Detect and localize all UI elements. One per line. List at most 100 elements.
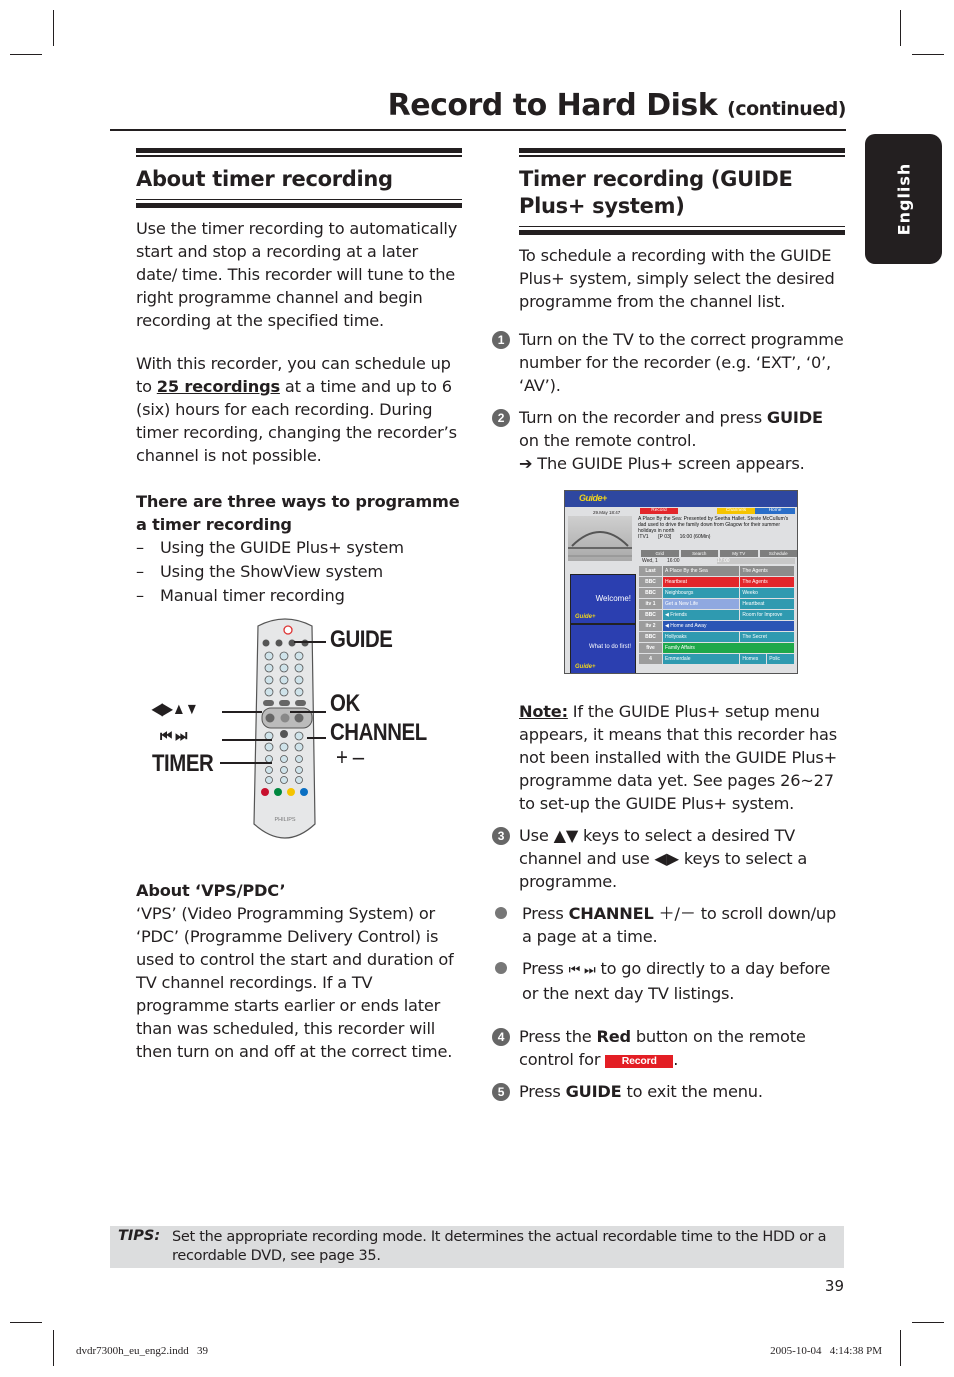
crop-mark xyxy=(900,1330,901,1366)
label-guide: GUIDE xyxy=(330,626,393,653)
channel-row[interactable]: Last ChannelA Place By the SeaThe Agents xyxy=(639,566,795,584)
programme-cell[interactable]: Weeko xyxy=(740,588,794,598)
programme-cell[interactable]: ◀ Home and Away xyxy=(663,621,794,631)
programme-cell[interactable]: Emmerdale xyxy=(663,654,740,664)
vps-section: About ‘VPS/PDC’ ‘VPS’ (Video Programming… xyxy=(136,879,462,1063)
section-heading: About timer recording xyxy=(136,166,393,191)
step-text: Press GUIDE to exit the menu. xyxy=(519,1082,763,1101)
tab-grid[interactable]: Grid xyxy=(641,550,679,557)
channel-row[interactable]: BBC TWO◀ FriendsRoom for Improve xyxy=(639,610,795,628)
channel-logo: Last Channel xyxy=(639,566,662,584)
channel-row[interactable]: five Family Affairs xyxy=(639,643,795,653)
programme-cell[interactable]: Heartbeat xyxy=(740,599,794,609)
heading-rule xyxy=(136,155,462,157)
programme-cell[interactable]: The Agents xyxy=(740,566,794,576)
language-tab: English xyxy=(865,134,942,264)
channels-button[interactable]: Channels xyxy=(717,508,755,514)
guide-plus-logo: Guide+ xyxy=(575,614,596,620)
step-5: 5 Press GUIDE to exit the menu. xyxy=(492,1080,844,1103)
label-ok: OK xyxy=(330,690,360,717)
step-text: Use ▲▼ keys to select a desired TV chann… xyxy=(519,826,808,891)
programme-cell[interactable]: Hollyoaks xyxy=(663,632,740,642)
guide-time-1: 16:00 xyxy=(667,558,680,564)
home-button[interactable]: Home xyxy=(755,508,795,514)
leader-line xyxy=(222,711,262,713)
crop-mark xyxy=(912,1322,944,1323)
right-column: Timer recording (GUIDE Plus+ system) To … xyxy=(519,148,845,313)
what-to-do-text: What to do first! xyxy=(588,644,631,650)
channel-row[interactable]: itv 2 ◀ Home and Away xyxy=(639,621,795,631)
channel-grid: Last ChannelA Place By the SeaThe Agents… xyxy=(639,566,795,665)
title-rule xyxy=(110,129,846,131)
programme-cell[interactable]: The Agents xyxy=(740,577,794,587)
programme-cell[interactable]: A Place By the Sea xyxy=(663,566,740,576)
label-channel-plus-minus: + – xyxy=(336,744,364,771)
channel-row[interactable]: itv 1 Get a New Life Heartbeat xyxy=(639,599,795,609)
list-item-text: Using the GUIDE Plus+ system xyxy=(160,538,404,557)
step-1: 1 Turn on the TV to the correct programm… xyxy=(492,328,844,397)
record-button[interactable]: Record xyxy=(640,508,678,514)
programme-cell[interactable]: Get a New Life xyxy=(663,599,740,609)
bridge-image-icon xyxy=(568,531,632,557)
programme-cell[interactable]: Homes xyxy=(740,654,767,664)
tab-search[interactable]: Search xyxy=(680,550,718,557)
channel-logo: itv 2 xyxy=(639,621,662,631)
crop-mark xyxy=(10,54,42,55)
slug-date: 2005-10-04 4:14:38 PM xyxy=(770,1345,882,1357)
programme-cell[interactable]: Neighbourgs xyxy=(663,588,740,598)
bullet-skip: Press ⏮ ⏭ to go directly to a day before… xyxy=(492,957,844,1005)
tips-box: TIPS: Set the appropriate recording mode… xyxy=(110,1226,844,1268)
channel-logo: BBC ONE xyxy=(639,632,662,650)
page-number: 39 xyxy=(824,1277,844,1295)
channel-row[interactable]: BBC TWONeighbourgsWeeko xyxy=(639,588,795,606)
programme-cell[interactable]: Heartbeat xyxy=(663,577,740,587)
programme-cell[interactable]: The Secret xyxy=(740,632,794,642)
programme-cell[interactable]: ◀ Friends xyxy=(663,610,740,620)
remote-brand: PHILIPS xyxy=(274,817,295,823)
ways-heading: There are three ways to programme a time… xyxy=(136,492,460,534)
left-column: About timer recording Use the timer reco… xyxy=(136,148,462,607)
bullet-icon xyxy=(495,907,507,919)
label-timer: TIMER xyxy=(152,750,214,777)
leader-line xyxy=(220,762,272,764)
programme-cell[interactable]: Polic xyxy=(767,654,794,664)
programme-cell[interactable]: Room for Improve xyxy=(740,610,794,620)
note: Note: If the GUIDE Plus+ setup menu appe… xyxy=(519,700,844,815)
step-text: Press ⏮ ⏭ to go directly to a day before… xyxy=(522,959,831,1003)
what-to-do-panel[interactable]: What to do first! Guide+ xyxy=(570,624,636,673)
step-result: ➔ The GUIDE Plus+ screen appears. xyxy=(519,454,805,473)
step-number: 2 xyxy=(492,409,510,427)
heading-rule xyxy=(136,198,462,200)
guide-time-2: 17:00 xyxy=(717,558,795,564)
vps-heading: About ‘VPS/PDC’ xyxy=(136,881,286,900)
leader-line xyxy=(290,711,326,713)
step-text: Turn on the recorder and press GUIDE on … xyxy=(519,408,823,450)
vps-paragraph: ‘VPS’ (Video Programming System) or ‘PDC… xyxy=(136,904,454,1061)
list-item-text: Manual timer recording xyxy=(160,586,345,605)
programme-cell[interactable]: Family Affairs xyxy=(663,643,794,653)
crop-mark xyxy=(53,1330,54,1366)
guide-plus-logo: Guide+ xyxy=(579,493,607,503)
step-number: 5 xyxy=(492,1083,510,1101)
step-number: 4 xyxy=(492,1028,510,1046)
guide-tabs: Grid Search My TV Schedule xyxy=(641,550,797,557)
channel-row[interactable]: 4 Emmerdale Homes Polic xyxy=(639,654,795,664)
bullet-icon xyxy=(495,962,507,974)
channel-logo: BBC ONE xyxy=(639,577,662,595)
channel-row[interactable]: BBC ONEHollyoaksThe Secret xyxy=(639,632,795,650)
list-item-text: Using the ShowView system xyxy=(160,562,383,581)
guide-plus-logo: Guide+ xyxy=(575,664,596,670)
welcome-panel[interactable]: Welcome! Guide+ xyxy=(570,574,636,624)
capacity-paragraph: With this recorder, you can schedule up … xyxy=(136,352,462,467)
intro-paragraph: To schedule a recording with the GUIDE P… xyxy=(519,246,835,311)
channel-row[interactable]: BBC ONEHeartbeatThe Agents xyxy=(639,577,795,595)
tab-my-tv[interactable]: My TV xyxy=(720,550,758,557)
crop-mark xyxy=(53,10,54,46)
step-number: 3 xyxy=(492,827,510,845)
steps: 1 Turn on the TV to the correct programm… xyxy=(492,328,844,475)
step-text: Press the Red button on the remote contr… xyxy=(519,1027,806,1069)
welcome-text: Welcome! xyxy=(595,594,631,603)
tips-label: TIPS: xyxy=(118,1228,161,1244)
tab-schedule[interactable]: Schedule xyxy=(759,550,797,557)
page-title-suffix: (continued) xyxy=(727,98,846,120)
